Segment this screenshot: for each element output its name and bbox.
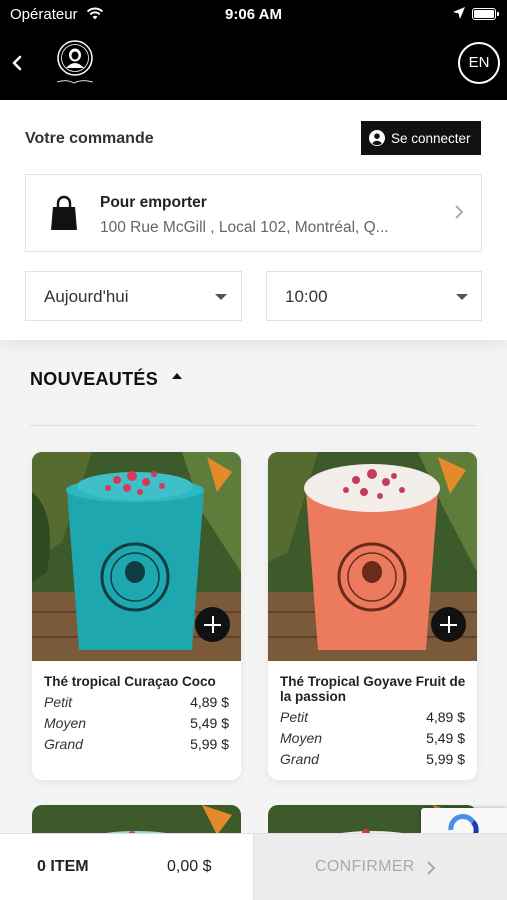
sign-in-button[interactable]: Se connecter [361, 121, 481, 155]
price-row: Petit 4,89 $ [280, 709, 465, 730]
size-label: Grand [280, 751, 319, 767]
header-bar: EN [0, 28, 507, 100]
price-list: Petit 4,89 $ Moyen 5,49 $ Grand 5,99 $ [44, 694, 229, 757]
price-row: Grand 5,99 $ [44, 736, 229, 757]
date-select[interactable]: Aujourd'hui [25, 271, 242, 321]
brand-logo [56, 40, 94, 84]
pickup-title: Pour emporter [100, 194, 207, 211]
product-card[interactable]: Thé tropical Curaçao Coco Petit 4,89 $ M… [32, 452, 241, 780]
product-name: Thé tropical Curaçao Coco [44, 674, 216, 689]
date-value: Aujourd'hui [44, 287, 129, 306]
chevron-right-icon [427, 861, 436, 875]
language-button[interactable]: EN [458, 42, 500, 84]
divider [30, 425, 477, 426]
price-row: Moyen 5,49 $ [44, 715, 229, 736]
order-title: Votre commande [25, 130, 154, 147]
confirm-button[interactable]: CONFIRMER [253, 834, 507, 900]
section-toggle[interactable]: NOUVEAUTÉS [30, 369, 183, 390]
section-title: NOUVEAUTÉS [30, 369, 159, 389]
price-value: 5,49 $ [190, 715, 229, 731]
cart-footer: 0 ITEM 0,00 $ CONFIRMER [0, 833, 507, 900]
cart-item-count: 0 ITEM [37, 858, 89, 875]
pickup-address: 100 Rue McGill , Local 102, Montréal, Q.… [100, 219, 389, 236]
price-row: Grand 5,99 $ [280, 751, 465, 772]
price-value: 5,99 $ [190, 736, 229, 752]
caret-down-icon [215, 294, 227, 300]
sign-in-label: Se connecter [391, 130, 471, 146]
back-chevron-icon[interactable] [6, 50, 30, 76]
price-row: Moyen 5,49 $ [280, 730, 465, 751]
size-label: Moyen [44, 715, 87, 731]
product-name: Thé Tropical Goyave Fruit de la passion [280, 674, 466, 704]
caret-up-icon [172, 372, 183, 379]
size-label: Petit [44, 694, 73, 710]
price-row: Petit 4,89 $ [44, 694, 229, 715]
shopping-bag-icon [51, 195, 77, 230]
size-label: Moyen [280, 730, 323, 746]
time-value: 10:00 [285, 287, 328, 306]
confirm-label: CONFIRMER [315, 858, 415, 875]
price-value: 5,49 $ [426, 730, 465, 746]
add-to-cart-button[interactable] [195, 607, 230, 642]
price-list: Petit 4,89 $ Moyen 5,49 $ Grand 5,99 $ [280, 709, 465, 772]
price-value: 4,89 $ [426, 709, 465, 725]
cart-total: 0,00 $ [167, 858, 212, 875]
location-arrow-icon [453, 7, 465, 19]
caret-down-icon [456, 294, 468, 300]
clock: 9:06 AM [225, 6, 282, 23]
add-to-cart-button[interactable] [431, 607, 466, 642]
order-panel: Votre commande Se connecter Pour emporte… [0, 100, 507, 340]
battery-icon [472, 8, 499, 20]
size-label: Petit [280, 709, 309, 725]
size-label: Grand [44, 736, 83, 752]
price-value: 5,99 $ [426, 751, 465, 767]
chevron-right-icon [455, 205, 464, 219]
pickup-location-selector[interactable]: Pour emporter 100 Rue McGill , Local 102… [25, 174, 482, 252]
status-bar: Opérateur 9:06 AM [0, 0, 507, 28]
user-icon [369, 130, 385, 146]
time-select[interactable]: 10:00 [266, 271, 482, 321]
price-value: 4,89 $ [190, 694, 229, 710]
product-card[interactable]: Thé Tropical Goyave Fruit de la passion … [268, 452, 477, 780]
